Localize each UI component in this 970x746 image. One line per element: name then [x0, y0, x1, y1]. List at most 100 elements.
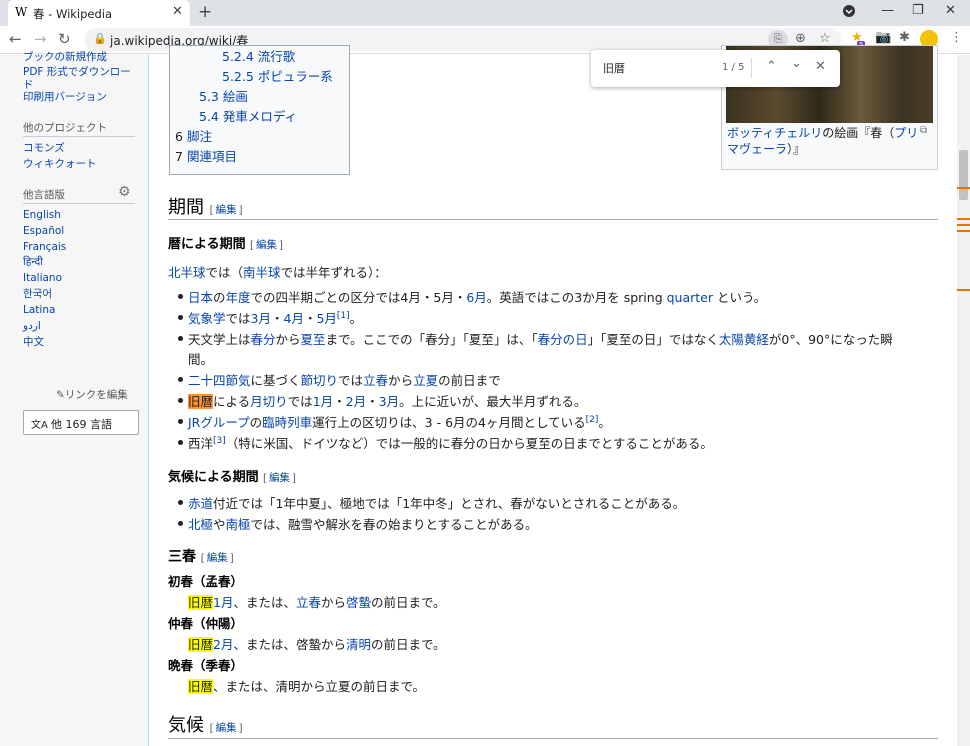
list-item: 旧暦による月切りでは1月・2月・3月。上に近いが、最大半月ずれる。 [188, 394, 587, 409]
toc-item[interactable]: 5.3 絵画 [199, 86, 248, 105]
tab-close-icon[interactable]: ✕ [172, 4, 183, 19]
tab-active[interactable]: W 春 - Wikipedia ✕ [8, 0, 190, 26]
list-item: JRグループの臨時列車運行上の区切りは、3 - 6月の4ヶ月間としている[2]。 [188, 414, 611, 430]
new-tab-icon[interactable]: + [198, 2, 212, 22]
bullet [178, 419, 183, 424]
bullet [178, 398, 183, 403]
divider [23, 203, 135, 204]
lang-link[interactable]: Français [23, 241, 66, 254]
definition: 旧暦1月、または、立春から啓蟄の前日まで。 [188, 595, 446, 610]
sidebar-pdf-link[interactable]: PDF 形式でダウンロード [23, 66, 133, 92]
toc-item[interactable]: 6 脚注 [175, 126, 212, 145]
lang-link[interactable]: 한국어 [23, 288, 52, 301]
list-item: 二十四節気に基づく節切りでは立春から立夏の前日まで [188, 373, 501, 388]
lang-link[interactable]: اردو [23, 320, 41, 333]
list-item: 西洋[3]（特に米国、ドイツなど）では一般的に春分の日から夏至の日までとすること… [188, 435, 713, 451]
profile-menu-icon[interactable] [843, 5, 855, 21]
find-previous-icon[interactable]: ⌃ [766, 59, 777, 74]
find-count: 1 / 5 [722, 62, 745, 73]
edit-link[interactable]: 編集 [216, 722, 237, 734]
find-input[interactable] [603, 60, 713, 76]
section-heading-climate: 気候 [ 編集 ] [168, 715, 243, 736]
list-item: 気象学では3月・4月・5月[1]。 [188, 310, 363, 326]
reload-icon[interactable]: ↻ [58, 30, 71, 48]
bullet [178, 294, 183, 299]
edit-link[interactable]: 編集 [207, 552, 228, 564]
section-heading-climate-period: 気候による期間 [ 編集 ] [168, 470, 296, 485]
sidebar: ブックの新規作成 PDF 形式でダウンロード 印刷用バージョン 他のプロジェクト… [0, 51, 148, 746]
find-match-marker [957, 224, 970, 226]
lang-link[interactable]: English [23, 209, 61, 222]
bullet [178, 521, 183, 526]
find-bar: 1 / 5 ⌃ ⌄ ✕ [591, 50, 840, 87]
bookmark-star-icon[interactable]: ☆ [819, 31, 831, 46]
section-heading-calendar: 暦による期間 [ 編集 ] [168, 237, 283, 252]
lang-link[interactable]: Italiano [23, 272, 62, 285]
find-match: 旧暦 [188, 637, 214, 652]
toc-item[interactable]: 7 関連項目 [175, 146, 237, 165]
list-item: 北極や南極では、融雪や解氷を春の始まりとすることがある。 [188, 517, 538, 532]
edit-links[interactable]: ✎リンクを編集 [56, 387, 128, 402]
list-item: 日本の年度での四半期ごとの区分では4月・5月・6月。英語ではこの3か月を spr… [188, 290, 767, 305]
find-next-icon[interactable]: ⌄ [791, 56, 802, 71]
bullet [178, 315, 183, 320]
chrome-menu-icon[interactable]: ⋮ [950, 30, 963, 45]
window-close-icon[interactable]: ✕ [945, 3, 956, 18]
bullet [178, 336, 183, 341]
more-languages-label: 他 169 言語 [51, 418, 113, 431]
enlarge-icon[interactable]: ⧉ [920, 125, 927, 136]
edit-link[interactable]: 編集 [256, 239, 277, 251]
find-match-marker [957, 218, 970, 220]
caption-link[interactable]: ボッティチェルリ [727, 126, 822, 140]
extensions-puzzle-icon[interactable]: ✱ [899, 30, 910, 45]
toc-item[interactable]: 5.2.4 流行歌 [222, 46, 295, 65]
wikipedia-favicon-icon: W [15, 5, 28, 19]
find-match-marker [957, 289, 970, 291]
more-languages-button[interactable]: 文A 他 169 言語 [23, 410, 139, 435]
forward-icon[interactable]: → [34, 30, 47, 48]
find-match: 旧暦 [188, 595, 214, 610]
restore-icon[interactable]: ❐ [912, 3, 924, 18]
lang-link[interactable]: हिन्दी [23, 256, 43, 269]
definition: 旧暦、または、清明から立夏の前日まで。 [188, 679, 426, 694]
camera-icon[interactable]: 📷 [875, 30, 891, 45]
definition: 旧暦2月、または、啓蟄から清明の前日まで。 [188, 637, 446, 652]
language-settings-gear-icon[interactable]: ⚙ [118, 184, 131, 200]
sidebar-wikiquote-link[interactable]: ウィキクォート [23, 158, 97, 171]
edit-link[interactable]: 編集 [269, 472, 290, 484]
toc-item[interactable]: 5.2.5 ポピュラー系 [222, 66, 333, 85]
find-match: 旧暦 [188, 679, 214, 694]
divider [168, 738, 938, 739]
lock-icon: 🔒 [93, 32, 107, 45]
minimize-icon[interactable]: — [881, 3, 894, 18]
divider [168, 219, 938, 220]
bullet [178, 500, 183, 505]
sidebar-print-link[interactable]: 印刷用バージョン [23, 91, 107, 104]
tab-title: 春 - Wikipedia [33, 7, 113, 21]
term: 仲春（仲陽） [168, 616, 244, 631]
find-close-icon[interactable]: ✕ [815, 59, 826, 74]
lang-link[interactable]: Latina [23, 304, 55, 317]
sidebar-book-link[interactable]: ブックの新規作成 [23, 51, 107, 64]
article-content: 5.2.4 流行歌 5.2.5 ポピュラー系 5.3 絵画 5.4 発車メロディ… [148, 45, 957, 746]
zoom-icon[interactable]: ⊕ [795, 31, 806, 46]
term: 初春（孟春） [168, 574, 244, 589]
sidebar-projects-heading: 他のプロジェクト [23, 122, 107, 134]
divider [751, 58, 752, 78]
lang-link[interactable]: Español [23, 225, 64, 238]
paragraph: 北半球では（南半球では半年ずれる）： [168, 265, 387, 280]
pencil-icon: ✎ [56, 389, 65, 401]
find-match-marker [957, 230, 970, 232]
term: 晩春（季春） [168, 658, 244, 673]
bullet [178, 377, 183, 382]
lang-link[interactable]: 中文 [23, 336, 44, 349]
sidebar-commons-link[interactable]: コモンズ [23, 142, 65, 155]
sidebar-languages-heading: 他言語版 [23, 189, 65, 201]
scrollbar-thumb[interactable] [959, 150, 968, 200]
edit-link[interactable]: 編集 [216, 204, 237, 216]
toc-item[interactable]: 5.4 発車メロディ [199, 106, 297, 125]
translate-icon: 文A [31, 420, 52, 431]
list-item-continued: 間。 [188, 352, 214, 367]
edit-links-label: リンクを編集 [64, 389, 128, 401]
back-icon[interactable]: ← [9, 30, 22, 48]
